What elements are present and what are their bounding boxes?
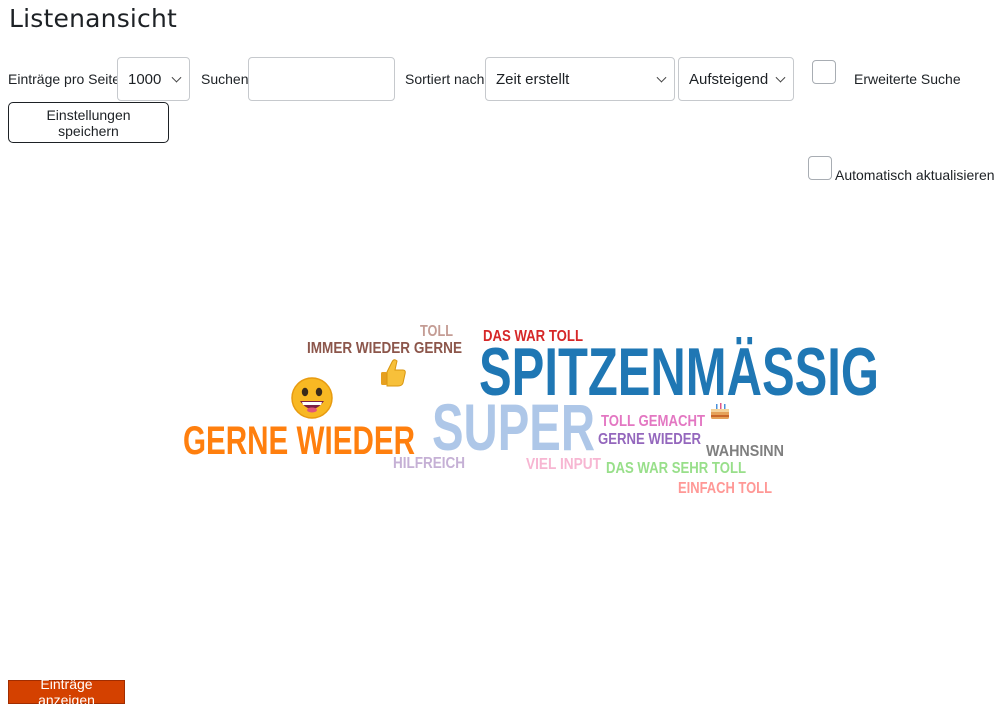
thumbs-up-icon	[381, 359, 406, 387]
grinning-face-icon	[291, 377, 333, 419]
word-cloud-word: GERNE WIEDER	[183, 419, 415, 463]
word-cloud-word: VIEL INPUT	[526, 456, 601, 473]
show-entries-button[interactable]: Einträge anzeigen	[8, 676, 125, 708]
word-cloud-words: SPITZENMÄSSIGSUPERGERNE WIEDERDAS WAR TO…	[183, 323, 879, 497]
word-cloud-word: IMMER WIEDER GERNE	[307, 340, 462, 357]
word-cloud-word: WAHNSINN	[706, 443, 784, 460]
word-cloud-word: HILFREICH	[393, 455, 465, 472]
word-cloud-word: SUPER	[432, 390, 595, 464]
word-cloud-word: TOLL	[420, 323, 453, 340]
word-cloud-word: GERNE WIEDER	[598, 431, 701, 448]
word-cloud-word: EINFACH TOLL	[678, 480, 772, 497]
word-cloud-word: TOLL GEMACHT	[601, 413, 705, 430]
word-cloud-word: DAS WAR TOLL	[483, 328, 583, 345]
word-cloud: SPITZENMÄSSIGSUPERGERNE WIEDERDAS WAR TO…	[183, 323, 879, 497]
word-cloud-word: DAS WAR SEHR TOLL	[606, 460, 746, 477]
